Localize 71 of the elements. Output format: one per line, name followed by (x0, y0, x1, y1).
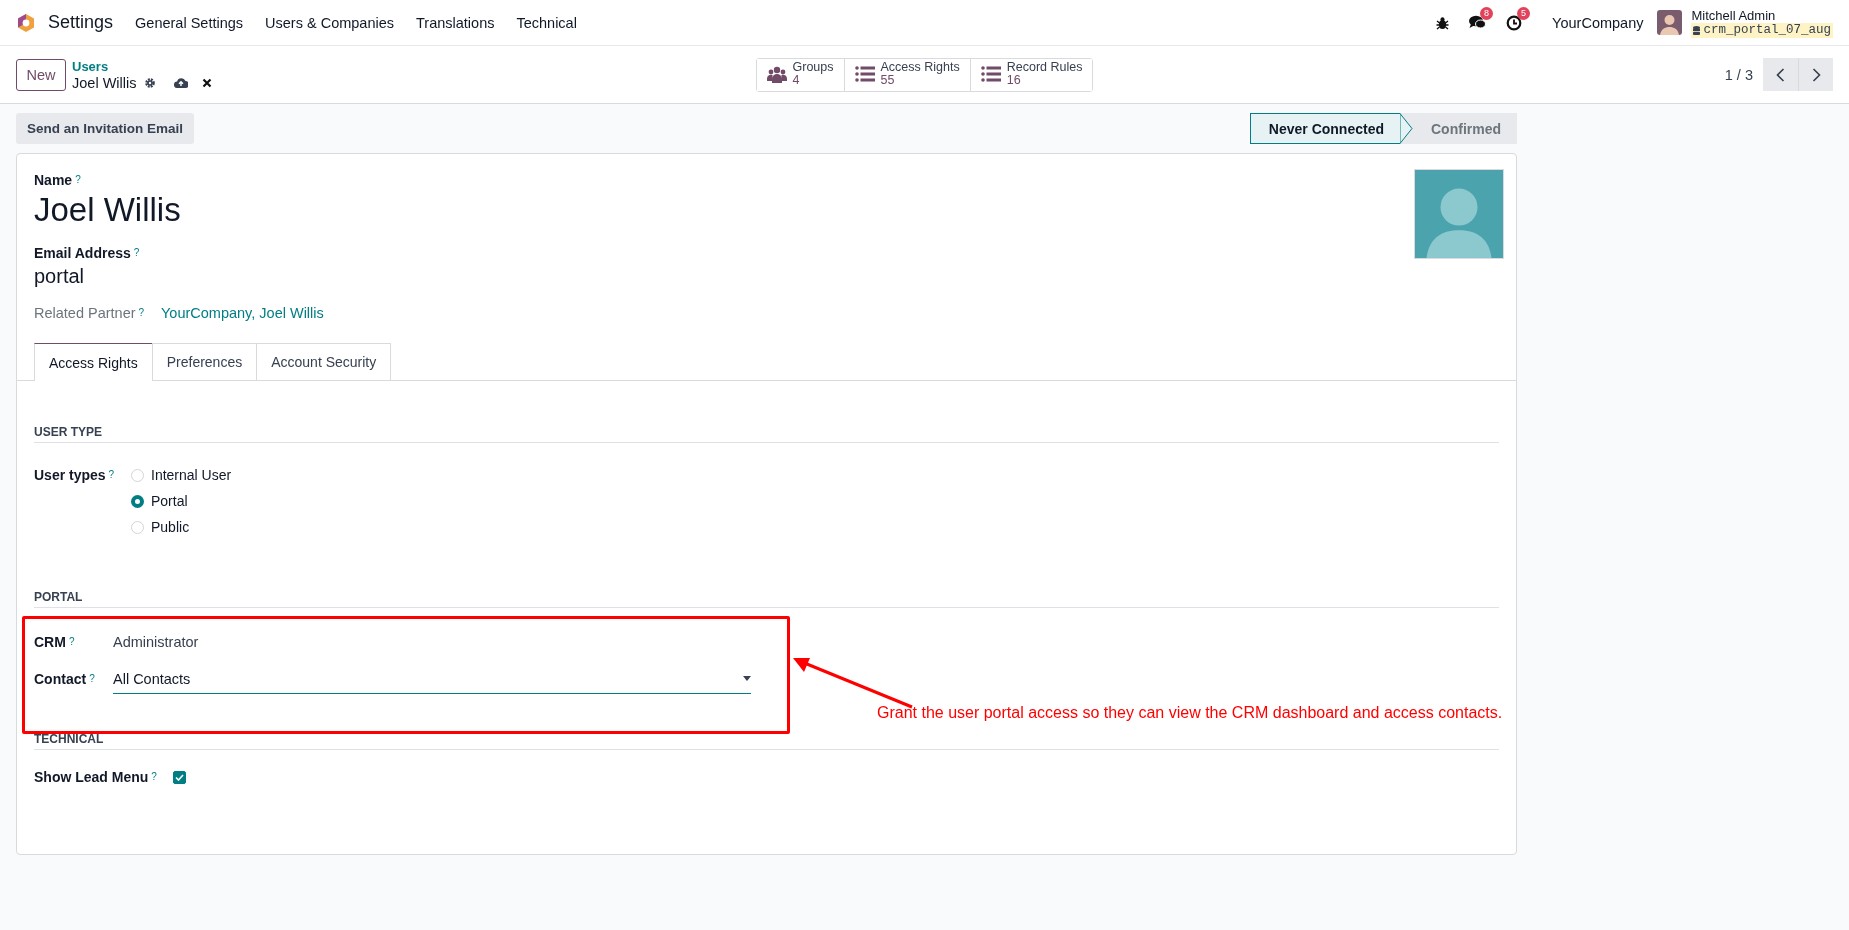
cloud-upload-icon[interactable] (174, 77, 189, 88)
smart-button-count: 16 (1006, 73, 1022, 87)
chevron-left-icon (1776, 67, 1785, 82)
user-avatar[interactable] (1657, 10, 1683, 35)
caret-down-icon (743, 676, 751, 681)
activity-count-badge: 5 (1517, 6, 1531, 20)
field-label: Contact $^{?}$ (34, 670, 96, 689)
field-label: Email Address $^{?}$ (34, 245, 140, 261)
radio-button[interactable] (131, 494, 144, 508)
record-title: Joel Willis (72, 74, 137, 91)
form-tab[interactable]: Access Rights (34, 343, 153, 381)
checkmark-icon (175, 774, 184, 781)
radio-label: Internal User (151, 467, 232, 483)
smart-button-count: 55 (880, 73, 896, 87)
section-heading: USER TYPE (34, 423, 1499, 443)
section-heading: PORTAL (34, 588, 1499, 608)
email-value: portal (34, 264, 86, 289)
smart-button-label: Access Rights (880, 60, 960, 74)
previous-button[interactable] (1763, 58, 1798, 91)
breadcrumb-link[interactable]: Users (72, 58, 157, 75)
chevron-right-icon (1811, 67, 1821, 82)
menu-item[interactable]: Users & Companies (265, 14, 394, 31)
smart-button[interactable]: Groups 4 (756, 58, 845, 91)
help-tooltip-icon[interactable]: ? (89, 673, 95, 684)
field-label: Name $^{?}$ (34, 172, 81, 188)
list-icon (854, 65, 875, 82)
radio-label: Public (151, 519, 190, 535)
list-icon (980, 65, 1001, 82)
bug-icon[interactable] (1436, 15, 1450, 30)
help-tooltip-icon[interactable]: ? (138, 307, 145, 318)
smart-button-label: Groups (792, 60, 834, 74)
database-name: crm_portal_07_aug (1703, 22, 1831, 38)
radio-label: Portal (151, 493, 188, 509)
field-label: Show Lead Menu $^{?}$ (34, 768, 158, 787)
help-tooltip-icon[interactable]: ? (75, 174, 81, 185)
field-label: User types $^{?}$ (34, 466, 116, 485)
menu-item[interactable]: General Settings (135, 14, 244, 31)
select-field[interactable]: All Contacts (113, 664, 751, 694)
database-icon (1693, 25, 1701, 35)
field-value: Administrator (113, 633, 199, 652)
send-invitation-button[interactable]: Send an Invitation Email (16, 113, 195, 144)
pager-value: 1 / 3 (1724, 66, 1753, 83)
annotation-text: Grant the user portal access so they can view the CRM dashboard and access contacts. (877, 704, 1503, 722)
clock-icon[interactable] (1506, 14, 1523, 31)
smart-button-label: Record Rules (1006, 60, 1083, 74)
status-stage[interactable]: Confirmed (1413, 113, 1517, 144)
menu-item[interactable]: Technical (516, 14, 577, 31)
checkbox[interactable] (173, 771, 186, 784)
smart-button-count: 4 (792, 73, 800, 87)
menu-item[interactable]: Translations (416, 14, 495, 31)
form-tab[interactable]: Account Security (256, 343, 392, 380)
help-tooltip-icon[interactable]: ? (133, 247, 140, 258)
chat-icon[interactable] (1469, 15, 1487, 30)
next-button[interactable] (1798, 58, 1833, 91)
help-tooltip-icon[interactable]: ? (68, 636, 75, 647)
users-icon (766, 65, 787, 83)
app-name[interactable]: Settings (48, 12, 114, 33)
help-tooltip-icon[interactable]: ? (151, 771, 157, 782)
help-tooltip-icon[interactable]: ? (108, 469, 115, 480)
related-partner-link[interactable]: YourCompany, Joel Willis (161, 303, 324, 323)
new-button[interactable]: New (16, 58, 66, 91)
field-label: Related Partner $^{?}$ (34, 304, 146, 323)
close-icon[interactable] (202, 77, 213, 88)
company-switcher[interactable]: YourCompany (1552, 14, 1644, 31)
user-name[interactable]: Mitchell Admin (1691, 7, 1833, 23)
message-count-badge: 8 (1480, 7, 1494, 20)
app-logo-icon[interactable] (16, 12, 36, 33)
user-name-value: Joel Willis (34, 190, 181, 230)
field-label: CRM $^{?}$ (34, 633, 76, 652)
settings-icon[interactable] (144, 76, 157, 89)
section-heading: TECHNICAL (34, 730, 1499, 750)
